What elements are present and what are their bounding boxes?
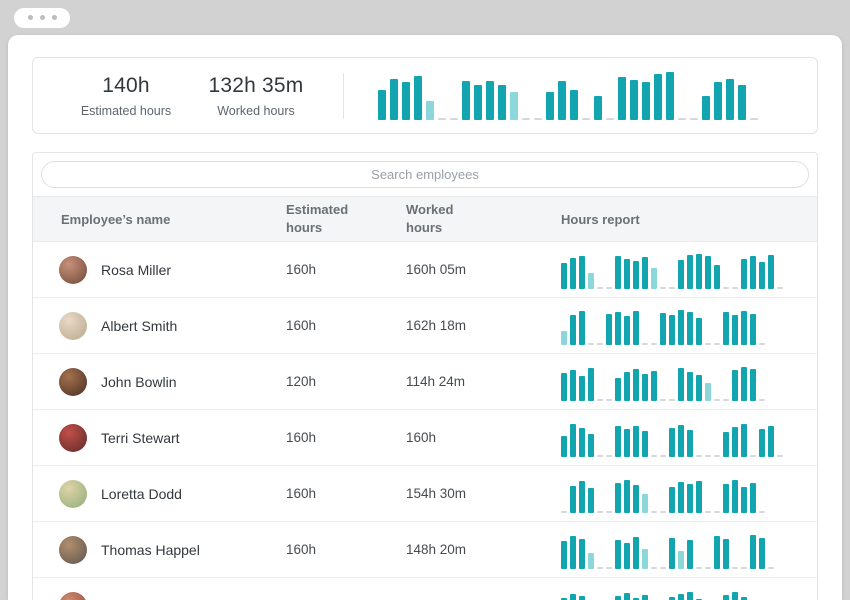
hours-chart bbox=[561, 475, 789, 513]
estimated-cell: 160h bbox=[286, 486, 406, 501]
table-row[interactable]: Rosa Miller 160h 160h 05m bbox=[33, 242, 817, 298]
window-dot-icon bbox=[40, 15, 45, 20]
table-header: Employee’s name Estimated hours Worked h… bbox=[33, 196, 817, 242]
worked-cell: 160h bbox=[406, 430, 561, 445]
employee-name: John Bowlin bbox=[101, 374, 177, 390]
estimated-hours-value: 140h bbox=[61, 74, 191, 98]
table-row[interactable]: Albert Smith 160h 162h 18m bbox=[33, 298, 817, 354]
worked-cell: 154h 30m bbox=[406, 486, 561, 501]
estimated-cell: 120h bbox=[286, 374, 406, 389]
table-body: Rosa Miller 160h 160h 05m Albert Smith 1… bbox=[33, 242, 817, 600]
estimated-cell: 160h bbox=[286, 430, 406, 445]
estimated-hours-label: Estimated hours bbox=[61, 104, 191, 118]
table-row[interactable]: Terri Stewart 160h 160h bbox=[33, 410, 817, 466]
avatar bbox=[59, 368, 87, 396]
worked-cell: 114h 24m bbox=[406, 374, 561, 389]
avatar bbox=[59, 256, 87, 284]
estimated-hours-stat: 140h Estimated hours bbox=[61, 74, 191, 118]
column-header-hours-report: Hours report bbox=[561, 212, 817, 227]
app-window: 140h Estimated hours 132h 35m Worked hou… bbox=[8, 35, 842, 600]
column-header-employee-name: Employee’s name bbox=[33, 212, 286, 227]
column-header-estimated-hours: Estimated hours bbox=[286, 201, 406, 236]
hours-chart bbox=[561, 587, 789, 600]
window-dot-icon bbox=[52, 15, 57, 20]
worked-hours-value: 132h 35m bbox=[191, 74, 321, 98]
avatar bbox=[59, 480, 87, 508]
search-input[interactable] bbox=[41, 161, 809, 188]
estimated-cell: 160h bbox=[286, 542, 406, 557]
employee-name: Loretta Dodd bbox=[101, 486, 182, 502]
employees-table: Employee’s name Estimated hours Worked h… bbox=[32, 152, 818, 600]
employee-name: Terri Stewart bbox=[101, 430, 180, 446]
table-row[interactable] bbox=[33, 578, 817, 600]
employee-name: Rosa Miller bbox=[101, 262, 171, 278]
worked-hours-stat: 132h 35m Worked hours bbox=[191, 74, 321, 118]
hours-chart bbox=[561, 251, 789, 289]
worked-hours-label: Worked hours bbox=[191, 104, 321, 118]
hours-chart bbox=[561, 307, 789, 345]
hours-chart bbox=[561, 531, 789, 569]
window-titlebar bbox=[0, 0, 850, 35]
table-row[interactable]: John Bowlin 120h 114h 24m bbox=[33, 354, 817, 410]
table-row[interactable]: Loretta Dodd 160h 154h 30m bbox=[33, 466, 817, 522]
summary-card: 140h Estimated hours 132h 35m Worked hou… bbox=[32, 57, 818, 134]
window-dot-icon bbox=[28, 15, 33, 20]
hours-chart bbox=[561, 419, 789, 457]
estimated-cell: 160h bbox=[286, 318, 406, 333]
estimated-cell: 160h bbox=[286, 262, 406, 277]
table-row[interactable]: Thomas Happel 160h 148h 20m bbox=[33, 522, 817, 578]
avatar bbox=[59, 424, 87, 452]
employee-name: Thomas Happel bbox=[101, 542, 200, 558]
worked-cell: 162h 18m bbox=[406, 318, 561, 333]
summary-chart bbox=[378, 72, 789, 120]
avatar bbox=[59, 536, 87, 564]
divider bbox=[343, 73, 344, 119]
employee-name: Albert Smith bbox=[101, 318, 177, 334]
avatar bbox=[59, 312, 87, 340]
column-header-worked-hours: Worked hours bbox=[406, 201, 561, 236]
worked-cell: 148h 20m bbox=[406, 542, 561, 557]
hours-chart bbox=[561, 363, 789, 401]
worked-cell: 160h 05m bbox=[406, 262, 561, 277]
avatar bbox=[59, 592, 87, 600]
window-controls[interactable] bbox=[14, 8, 70, 28]
